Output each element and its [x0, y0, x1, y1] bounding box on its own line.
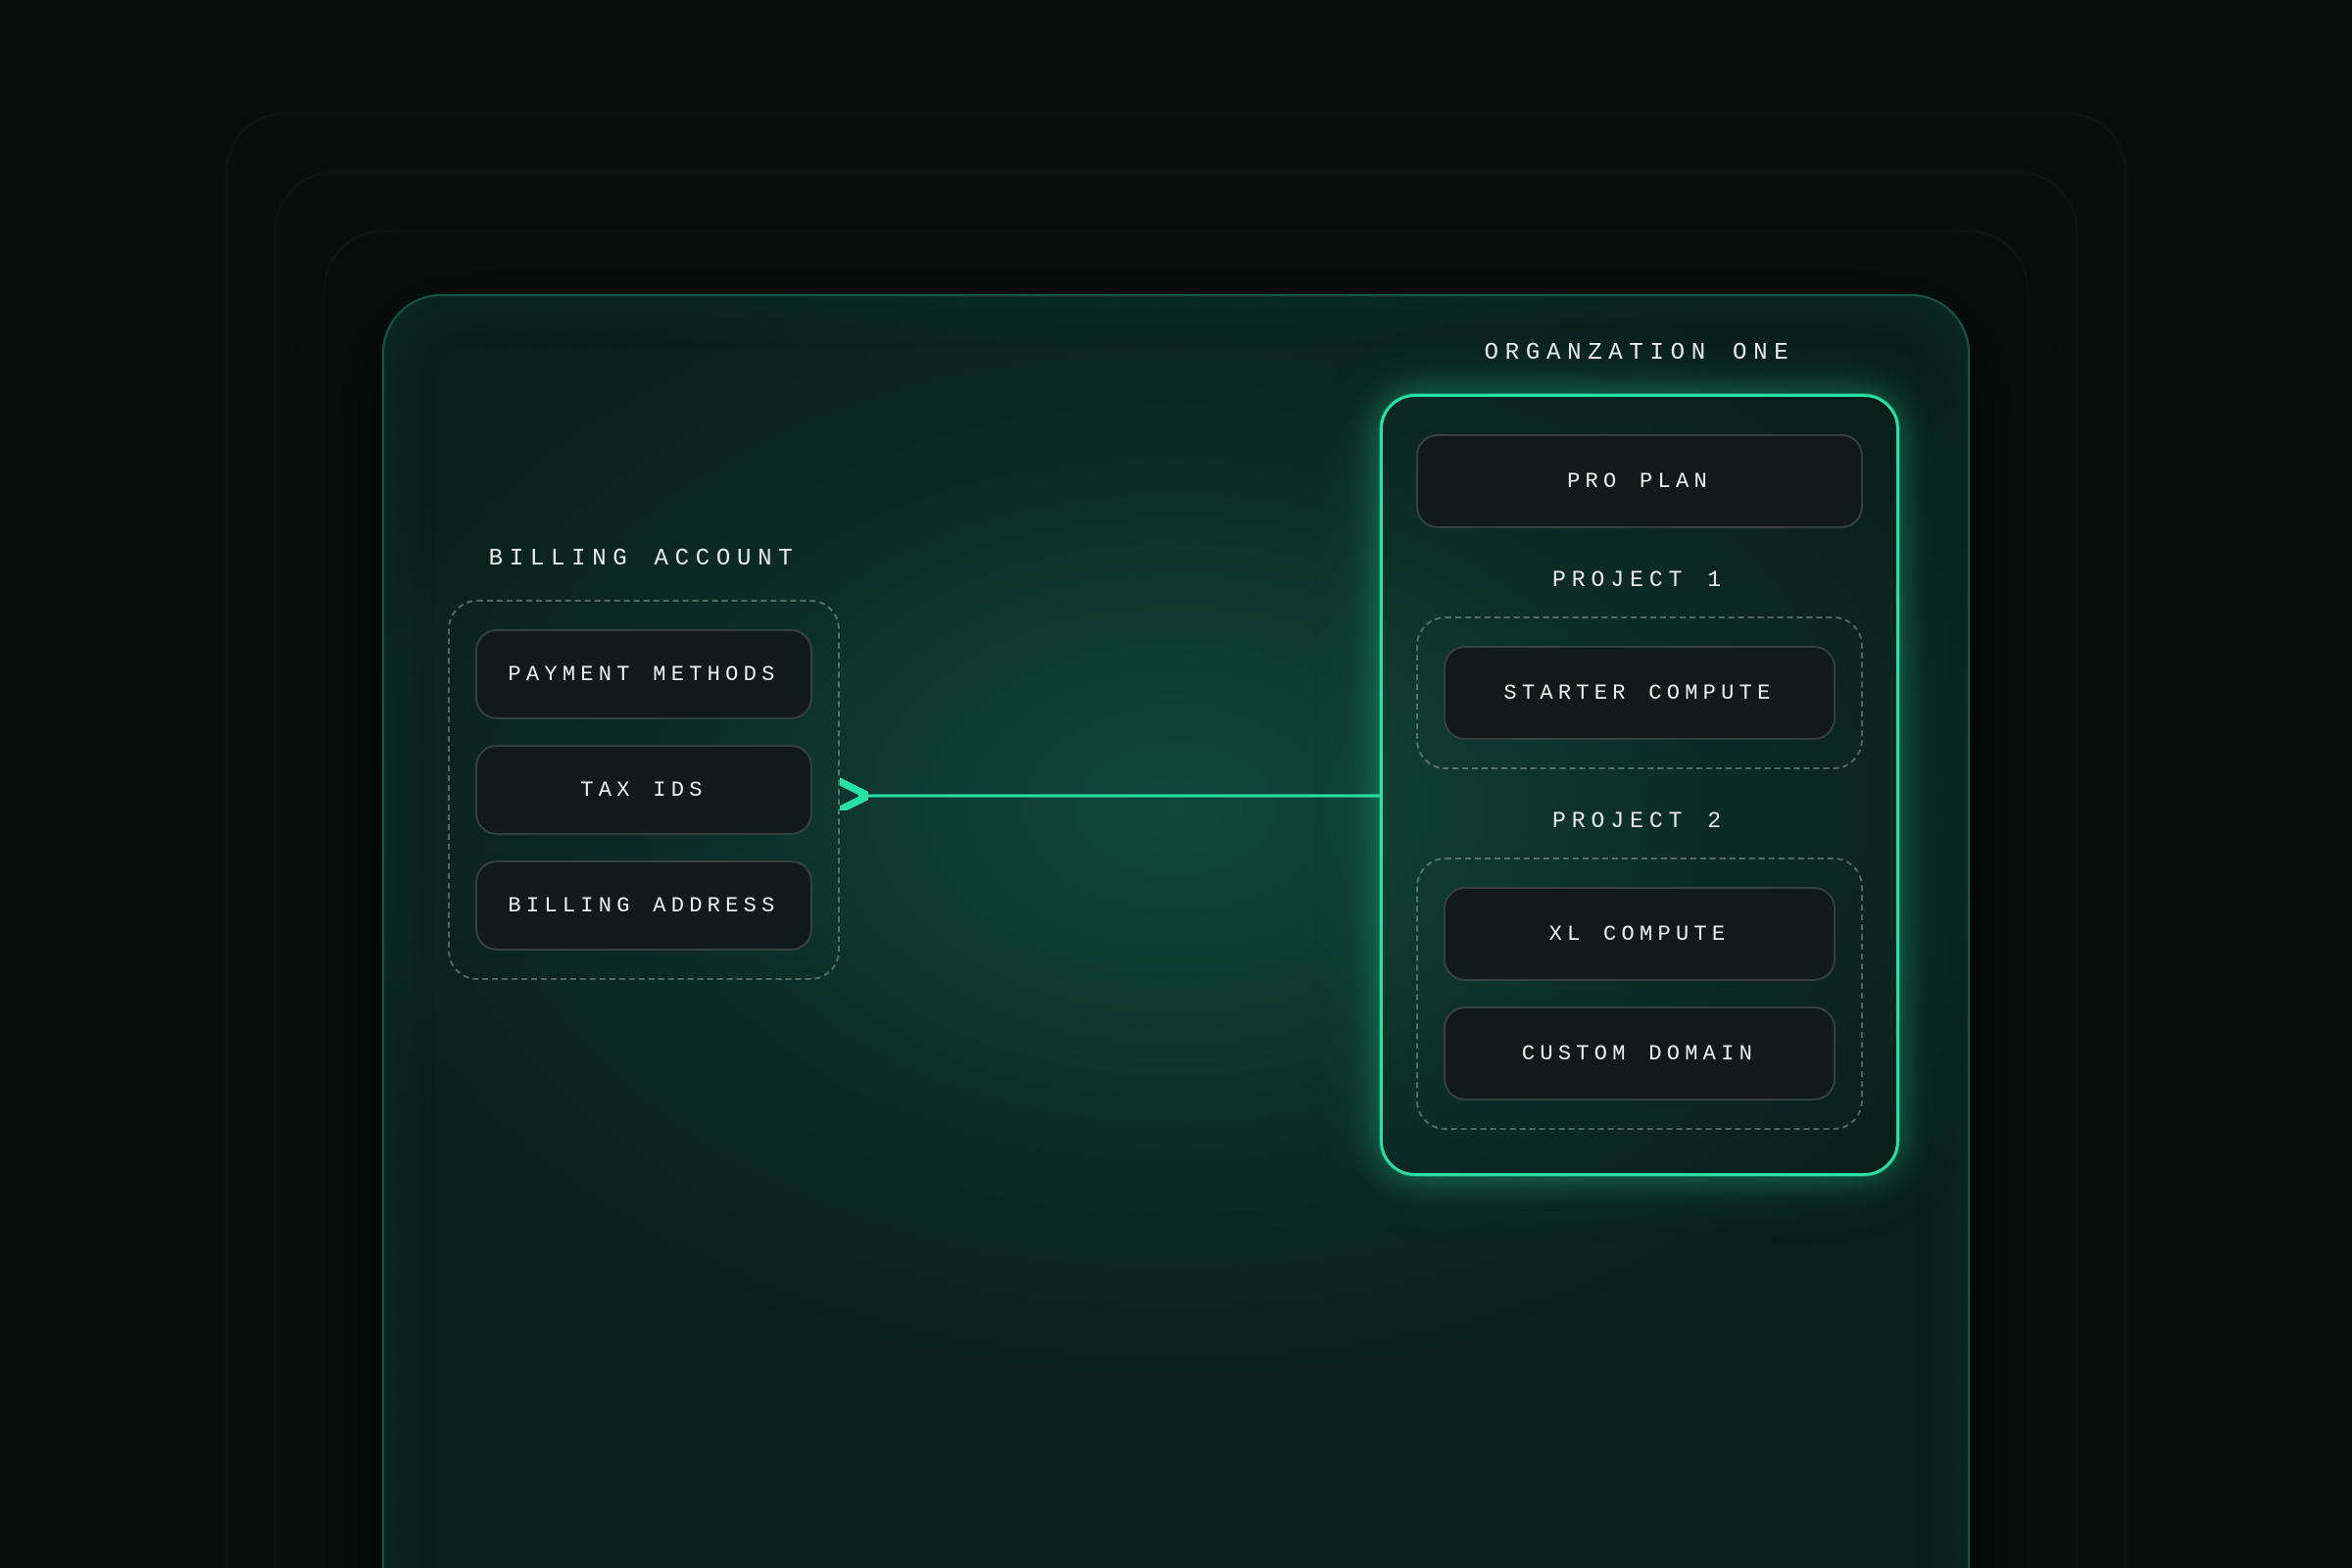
billing-account-box: PAYMENT METHODS TAX IDS BILLING ADDRESS — [448, 600, 840, 980]
organization-plan: PRO PLAN — [1416, 434, 1863, 528]
project-1-box: STARTER COMPUTE — [1416, 616, 1863, 769]
organization-group: ORGANZATION ONE PRO PLAN PROJECT 1 START… — [1380, 340, 1899, 1176]
project-2-item-xl-compute: XL COMPUTE — [1444, 887, 1836, 981]
organization-title: ORGANZATION ONE — [1380, 340, 1899, 367]
billing-item-tax-ids: TAX IDS — [475, 745, 812, 835]
billing-item-payment-methods: PAYMENT METHODS — [475, 629, 812, 719]
billing-item-billing-address: BILLING ADDRESS — [475, 860, 812, 951]
diagram-card: BILLING ACCOUNT PAYMENT METHODS TAX IDS … — [382, 294, 1970, 1568]
project-1-group: PROJECT 1 STARTER COMPUTE — [1416, 567, 1863, 769]
project-2-item-custom-domain: CUSTOM DOMAIN — [1444, 1006, 1836, 1101]
billing-account-group: BILLING ACCOUNT PAYMENT METHODS TAX IDS … — [448, 546, 840, 980]
project-2-box: XL COMPUTE CUSTOM DOMAIN — [1416, 858, 1863, 1130]
project-1-item-starter-compute: STARTER COMPUTE — [1444, 646, 1836, 740]
billing-account-title: BILLING ACCOUNT — [448, 546, 840, 572]
connector-arrow — [840, 766, 1389, 825]
project-1-title: PROJECT 1 — [1416, 567, 1863, 593]
organization-box: PRO PLAN PROJECT 1 STARTER COMPUTE PROJE… — [1380, 394, 1899, 1176]
project-2-title: PROJECT 2 — [1416, 808, 1863, 834]
project-2-group: PROJECT 2 XL COMPUTE CUSTOM DOMAIN — [1416, 808, 1863, 1130]
